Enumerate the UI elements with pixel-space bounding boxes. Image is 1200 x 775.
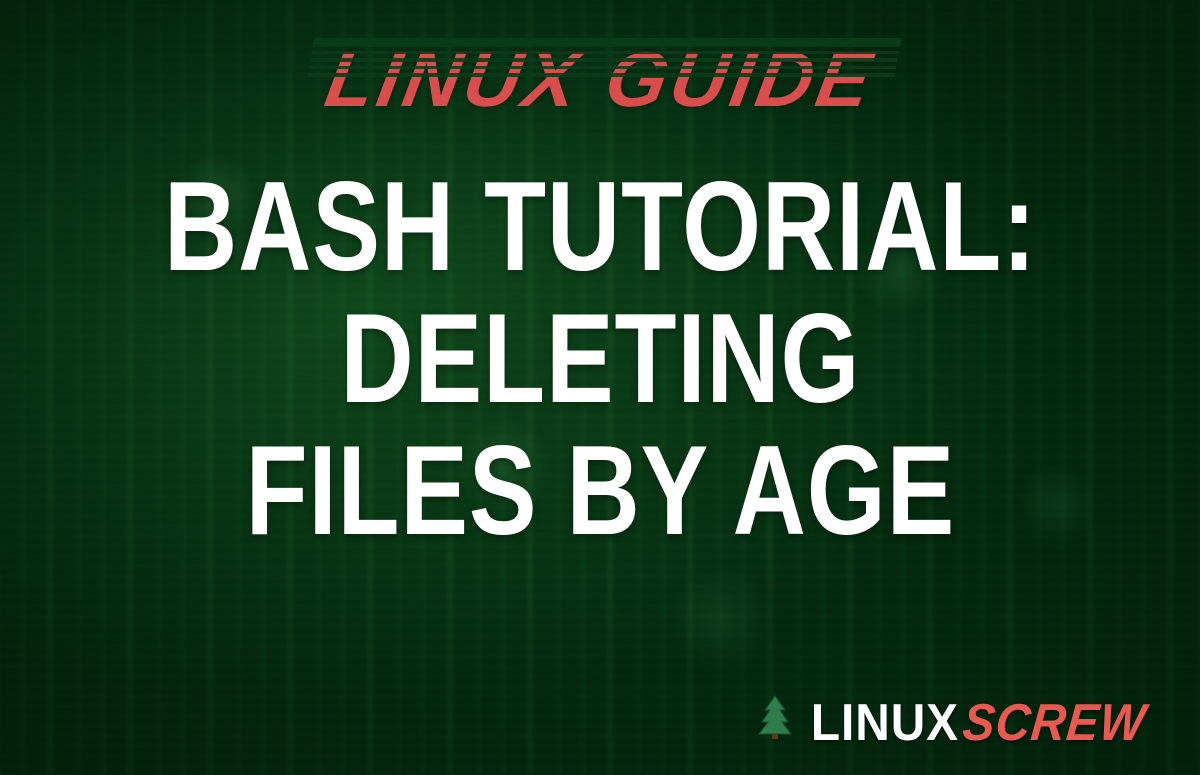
pine-tree-icon [758,694,792,745]
content-wrapper: LINUX GUIDE BASH TUTORIAL: DELETING FILE… [0,0,1200,775]
eyebrow-title: LINUX GUIDE [319,34,882,125]
brand-logo: LINUX SCREW [758,693,1162,753]
headline: BASH TUTORIAL: DELETING FILES BY AGE [93,161,1108,557]
headline-line-2: DELETING [164,288,1037,431]
brand-text-screw: SCREW [961,693,1149,753]
brand-text-linux: LINUX [811,693,959,753]
headline-line-3: FILES BY AGE [164,420,1037,563]
headline-line-1: BASH TUTORIAL: [164,156,1037,299]
